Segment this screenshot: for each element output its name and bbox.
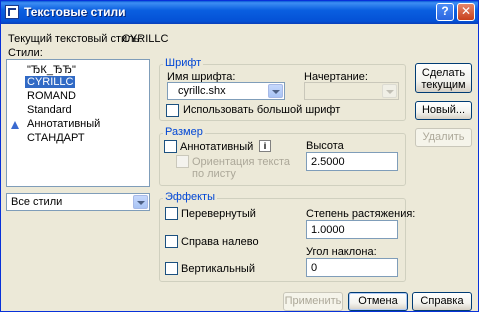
set-current-label-2: текущим <box>421 79 466 91</box>
list-item[interactable]: ROMAND <box>25 90 78 102</box>
big-font-checkbox[interactable] <box>166 104 179 117</box>
backwards-label: Справа налево <box>181 236 259 248</box>
upside-down-checkbox[interactable] <box>165 207 178 220</box>
list-item-selected[interactable]: CYRILLC <box>25 76 76 88</box>
list-item[interactable]: Аннотативный <box>25 118 102 130</box>
height-input[interactable]: 2.5000 <box>306 152 398 171</box>
font-group-title: Шрифт <box>163 57 204 69</box>
autocad-app-icon <box>5 5 19 19</box>
help-titlebar-button[interactable]: ? <box>436 3 454 21</box>
font-style-dropdown <box>304 82 399 100</box>
vertical-label: Вертикальный <box>181 263 255 275</box>
orientation-checkbox <box>176 155 189 168</box>
annotative-icon <box>11 121 19 129</box>
title-bar: Текстовые стили ? ✕ <box>1 1 478 24</box>
current-style-value: CYRILLC <box>122 33 169 45</box>
height-value: 2.5000 <box>311 156 345 168</box>
delete-button: Удалить <box>415 128 472 147</box>
help-button[interactable]: Справка <box>412 292 472 311</box>
oblique-angle-value: 0 <box>311 262 318 274</box>
styles-label: Стили: <box>8 47 43 59</box>
effects-group-title: Эффекты <box>163 191 218 203</box>
info-icon[interactable]: i <box>259 140 271 152</box>
font-name-dropdown[interactable]: cyrillc.shx <box>167 82 285 100</box>
oblique-angle-label: Угол наклона: <box>306 246 377 258</box>
list-item[interactable]: СТАНДАРТ <box>25 132 87 144</box>
annotative-checkbox[interactable] <box>164 140 177 153</box>
set-current-button[interactable]: Сделать текущим <box>415 63 472 93</box>
size-group-title: Размер <box>163 126 205 138</box>
width-factor-label: Степень растяжения: <box>306 208 416 220</box>
oblique-angle-input[interactable]: 0 <box>306 258 398 277</box>
backwards-checkbox[interactable] <box>165 235 178 248</box>
vertical-checkbox[interactable] <box>165 262 178 275</box>
big-font-label: Использовать большой шрифт <box>183 104 341 116</box>
chevron-down-icon <box>382 84 397 98</box>
upside-down-label: Перевернутый <box>181 208 256 220</box>
cancel-button[interactable]: Отмена <box>348 292 408 311</box>
chevron-down-icon[interactable] <box>268 84 283 98</box>
styles-list[interactable]: "ЂК_ЂЂ" CYRILLC ROMAND Standard Аннотати… <box>6 59 150 187</box>
chevron-down-icon[interactable] <box>133 195 148 209</box>
apply-button: Применить <box>283 292 343 311</box>
style-filter-value: Все стили <box>11 196 63 208</box>
annotative-label: Аннотативный <box>180 141 254 153</box>
list-item[interactable]: "ЂК_ЂЂ" <box>25 64 78 76</box>
close-button[interactable]: ✕ <box>457 3 475 21</box>
orientation-label-2: по листу <box>192 168 236 180</box>
font-name-value: cyrillc.shx <box>178 85 226 97</box>
set-current-label-1: Сделать <box>421 67 466 79</box>
width-factor-input[interactable]: 1.0000 <box>306 220 398 239</box>
new-button[interactable]: Новый... <box>415 101 472 120</box>
list-item[interactable]: Standard <box>25 104 74 116</box>
width-factor-value: 1.0000 <box>311 224 345 236</box>
height-label: Высота <box>306 140 344 152</box>
orientation-label-1: Ориентация текста <box>192 156 291 168</box>
window-title: Текстовые стили <box>24 5 126 19</box>
text-styles-dialog: Текстовые стили ? ✕ Текущий текстовый ст… <box>0 0 479 312</box>
style-filter-dropdown[interactable]: Все стили <box>6 193 150 211</box>
